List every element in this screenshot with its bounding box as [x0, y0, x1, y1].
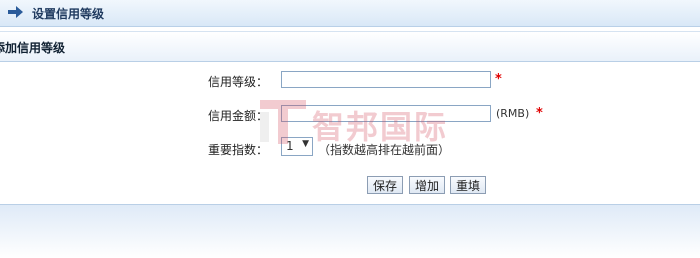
importance-hint: （指数越高排在越前面） — [318, 143, 451, 157]
required-mark: * — [536, 106, 543, 121]
dropdown-arrow-icon: ▼ — [302, 139, 309, 149]
importance-value: 1 — [286, 139, 294, 153]
reset-button[interactable]: 重填 — [450, 176, 487, 194]
required-mark: * — [495, 72, 502, 87]
save-button[interactable]: 保存 — [367, 176, 404, 194]
section-header: 添加信用等级 — [0, 31, 700, 62]
button-row: 保存 增加 重填 — [0, 165, 700, 203]
credit-amount-label: 信用金额： — [207, 109, 268, 123]
credit-level-input[interactable] — [281, 71, 491, 88]
importance-select[interactable]: 1 ▼ — [281, 137, 313, 156]
arrow-right-icon — [8, 6, 23, 18]
currency-unit: (RMB) — [496, 107, 530, 120]
section-title: 添加信用等级 — [0, 41, 66, 55]
importance-label: 重要指数： — [207, 143, 268, 157]
credit-level-label: 信用等级： — [207, 75, 268, 89]
credit-level-row: 信用等级： * — [0, 63, 700, 98]
credit-amount-input[interactable] — [281, 105, 491, 122]
importance-row: 重要指数： 1 ▼ （指数越高排在越前面） — [0, 131, 700, 166]
add-button[interactable]: 增加 — [409, 176, 446, 194]
page-title: 设置信用等级 — [32, 7, 105, 21]
footer-area — [0, 204, 700, 258]
credit-amount-row: 信用金额： (RMB) * — [0, 97, 700, 132]
title-bar: 设置信用等级 — [0, 0, 700, 27]
